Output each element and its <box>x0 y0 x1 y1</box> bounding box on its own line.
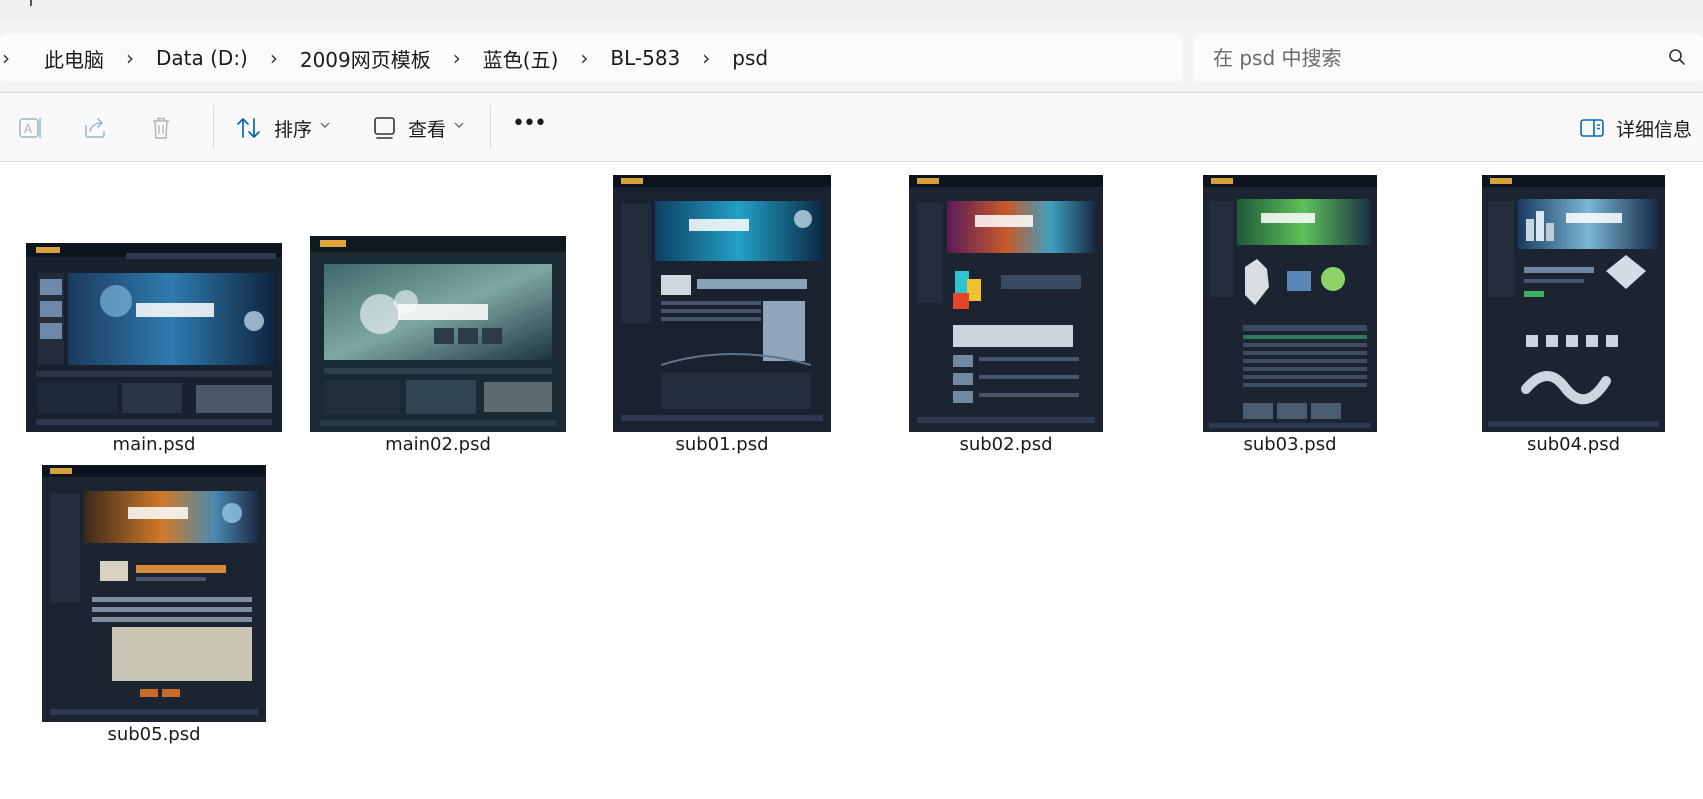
chevron-right-icon[interactable]: › <box>684 46 728 70</box>
chevron-right-icon[interactable]: › <box>0 46 20 70</box>
file-list: main.psd main02.psd sub01.psd sub02.psd … <box>0 162 1703 799</box>
file-thumbnail[interactable] <box>909 175 1103 432</box>
sort-icon[interactable] <box>236 115 262 141</box>
file-thumbnail[interactable] <box>42 465 266 722</box>
breadcrumb-item-this-pc[interactable]: 此电脑 <box>40 44 108 73</box>
file-name[interactable]: main02.psd <box>310 434 566 455</box>
view-button[interactable]: 查看 <box>408 115 446 142</box>
file-thumbnail[interactable] <box>1482 175 1665 432</box>
more-options-button[interactable]: ••• <box>512 111 547 136</box>
chevron-down-icon[interactable] <box>454 121 464 129</box>
details-pane-icon[interactable] <box>1579 115 1605 141</box>
breadcrumb[interactable]: › 此电脑 › Data (D:) › 2009网页模板 › 蓝色(五) › B… <box>0 34 1183 82</box>
file-name[interactable]: sub05.psd <box>42 724 266 745</box>
details-button[interactable]: 详细信息 <box>1616 115 1692 142</box>
view-icon[interactable] <box>372 115 398 141</box>
file-thumbnail[interactable] <box>26 243 282 432</box>
breadcrumb-item-bl583[interactable]: BL-583 <box>606 46 684 70</box>
share-icon[interactable] <box>82 115 108 141</box>
file-name[interactable]: sub02.psd <box>909 434 1103 455</box>
file-thumbnail[interactable] <box>310 236 566 432</box>
file-name[interactable]: sub04.psd <box>1482 434 1665 455</box>
chevron-right-icon[interactable]: › <box>108 46 152 70</box>
window-top-strip <box>0 0 1703 19</box>
chevron-right-icon[interactable]: › <box>435 46 479 70</box>
sort-button[interactable]: 排序 <box>274 115 312 142</box>
file-thumbnail[interactable] <box>1203 175 1377 432</box>
command-bar: A 排序 查看 ••• 详细信息 <box>0 93 1703 161</box>
file-name[interactable]: sub03.psd <box>1203 434 1377 455</box>
drag-grip <box>30 0 32 6</box>
chevron-right-icon[interactable]: › <box>562 46 606 70</box>
address-bar-row: › 此电脑 › Data (D:) › 2009网页模板 › 蓝色(五) › B… <box>0 18 1703 92</box>
file-name[interactable]: sub01.psd <box>613 434 831 455</box>
search-input[interactable] <box>1213 34 1633 82</box>
breadcrumb-item-drive[interactable]: Data (D:) <box>152 46 252 70</box>
rename-icon[interactable]: A <box>18 115 44 141</box>
chevron-down-icon[interactable] <box>320 121 330 129</box>
svg-text:A: A <box>24 122 33 136</box>
toolbar-separator <box>213 105 214 149</box>
file-name[interactable]: main.psd <box>26 434 282 455</box>
breadcrumb-item-templates[interactable]: 2009网页模板 <box>296 44 435 73</box>
search-box[interactable] <box>1193 34 1703 82</box>
breadcrumb-item-blue[interactable]: 蓝色(五) <box>479 44 563 73</box>
delete-icon[interactable] <box>148 115 174 141</box>
search-icon[interactable] <box>1668 48 1686 66</box>
toolbar-separator <box>490 105 491 149</box>
chevron-right-icon[interactable]: › <box>252 46 296 70</box>
breadcrumb-item-psd[interactable]: psd <box>728 46 772 70</box>
file-thumbnail[interactable] <box>613 175 831 432</box>
